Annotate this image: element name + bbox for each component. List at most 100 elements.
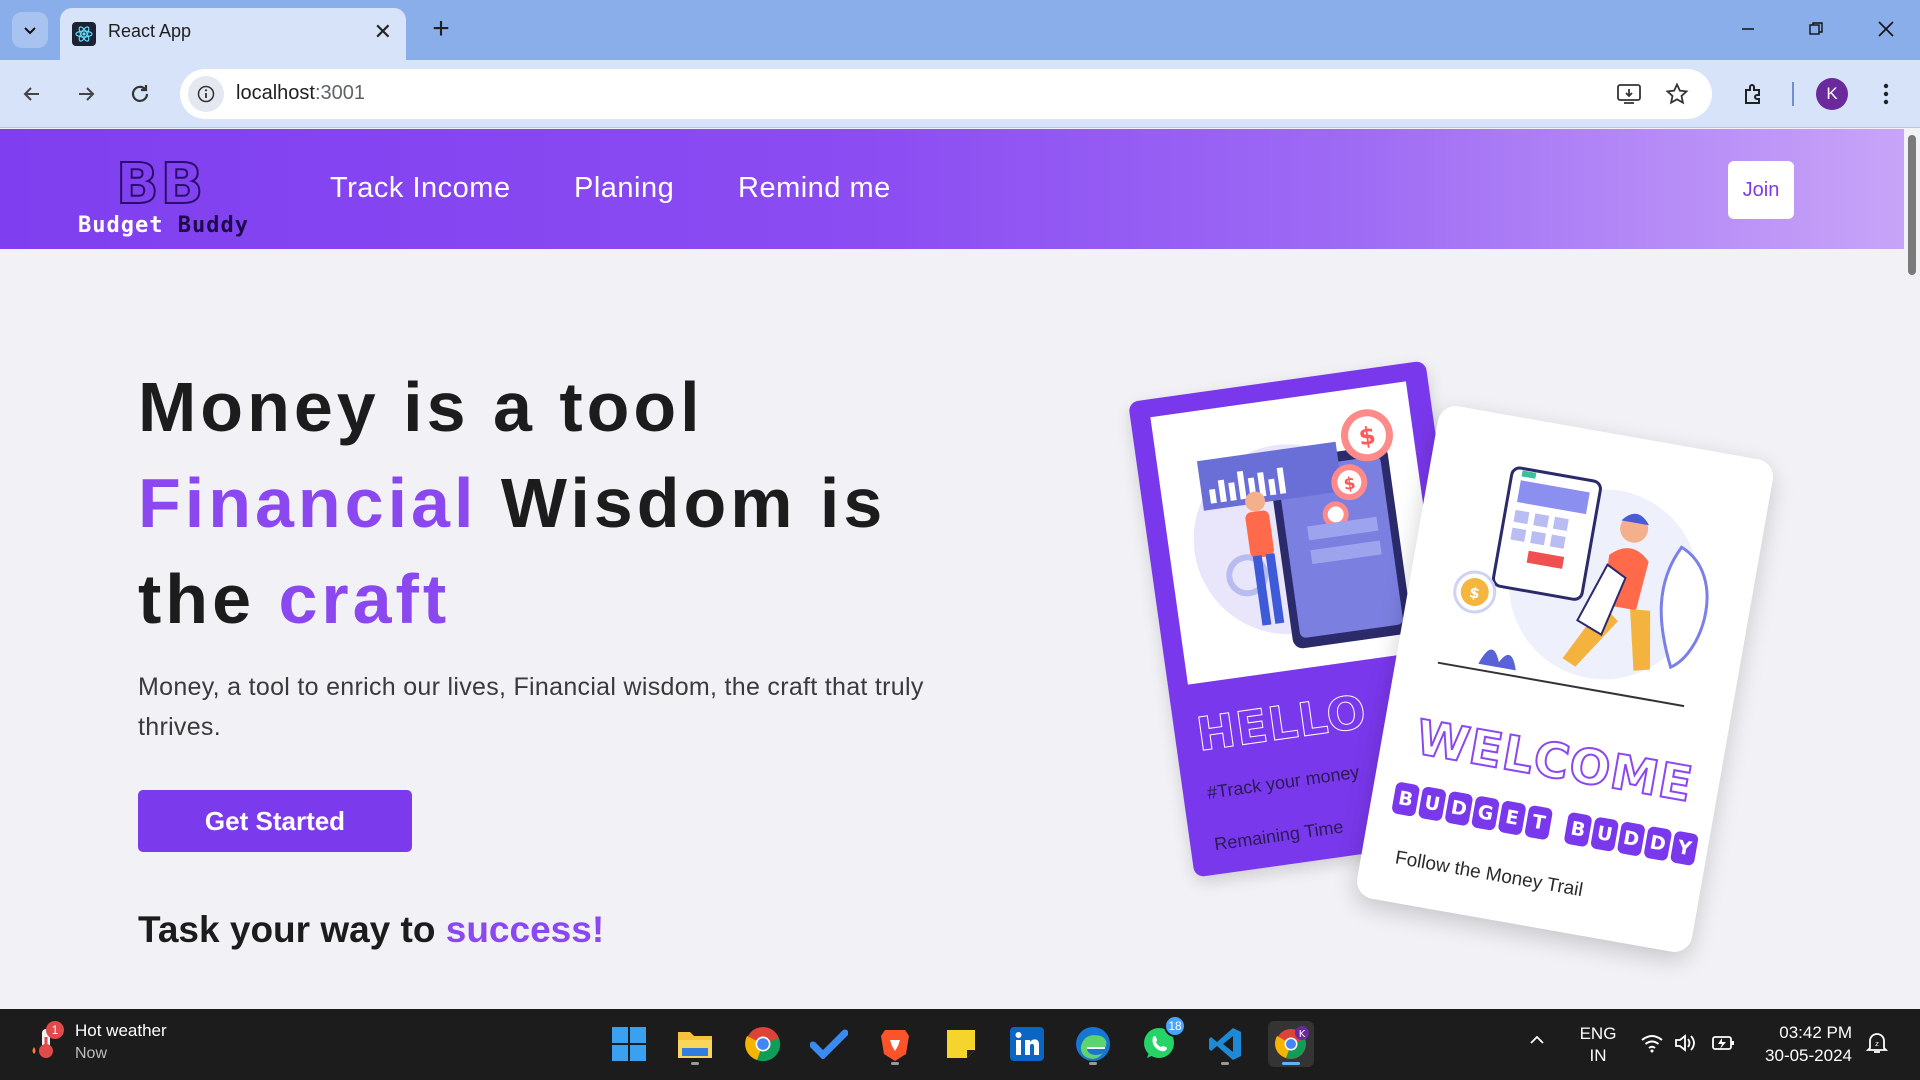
tagline-pre: Task your way to <box>138 909 446 950</box>
language-line-2: IN <box>1589 1046 1607 1065</box>
tagline: Task your way to success! <box>138 909 604 951</box>
welcome-card-caption: Follow the Money Trail <box>1393 847 1585 902</box>
letter-chip: D <box>1444 790 1474 827</box>
welcome-card-illustration: $ <box>1437 466 1709 708</box>
forward-icon[interactable] <box>68 76 104 112</box>
language-line-1: ENG <box>1579 1024 1617 1043</box>
nav-planing[interactable]: Planing <box>574 172 674 205</box>
site-navbar: BB Budget Buddy Track Income Planing Rem… <box>0 129 1920 249</box>
profile-avatar[interactable]: K <box>1816 78 1848 110</box>
folder-icon <box>678 1032 712 1058</box>
letter-chip: G <box>1470 795 1501 832</box>
extensions-icon[interactable] <box>1736 76 1772 112</box>
hero-line-1: Money is a tool <box>138 368 704 446</box>
taskbar-brave[interactable] <box>872 1021 918 1067</box>
restore-icon[interactable] <box>1796 12 1836 46</box>
back-icon[interactable] <box>14 76 50 112</box>
logo-word-buddy: Buddy <box>177 213 249 238</box>
taskbar-todo[interactable] <box>806 1021 852 1067</box>
get-started-button[interactable]: Get Started <box>138 790 412 852</box>
hello-card-line-1: #Track your money <box>1205 761 1361 803</box>
react-icon <box>72 22 96 46</box>
letter-chip: E <box>1497 800 1527 836</box>
reload-icon[interactable] <box>122 76 158 112</box>
nav-track-income[interactable]: Track Income <box>330 172 511 205</box>
url-port: :3001 <box>314 82 365 104</box>
logo-word-budget: Budget <box>78 213 164 238</box>
windows-logo-icon <box>612 1027 646 1061</box>
close-window-icon[interactable] <box>1866 12 1906 46</box>
running-indicator <box>691 1062 699 1065</box>
volume-icon[interactable] <box>1674 1033 1698 1058</box>
svg-text:z: z <box>1875 1040 1879 1048</box>
battery-icon[interactable] <box>1710 1033 1736 1058</box>
weather-title: Hot weather <box>75 1021 167 1040</box>
tab-close-icon[interactable]: ✕ <box>374 19 392 45</box>
clock-time: 03:42 PM <box>1779 1023 1852 1042</box>
hello-card-line-2: Remaining Time <box>1213 816 1345 855</box>
letter-chip: U <box>1417 786 1447 822</box>
letter-chip: Y <box>1669 830 1700 867</box>
hero-accent-craft: craft <box>278 560 451 638</box>
language-indicator[interactable]: ENG IN <box>1578 1023 1618 1067</box>
wifi-icon[interactable] <box>1640 1033 1664 1058</box>
nav-remind-me[interactable]: Remind me <box>738 172 891 205</box>
windows-start-button[interactable] <box>606 1021 652 1067</box>
running-indicator <box>891 1062 899 1065</box>
hero-line-2-rest: Wisdom is <box>477 464 887 542</box>
running-indicator <box>1089 1062 1097 1065</box>
browser-toolbar: localhost:3001 K <box>0 60 1920 128</box>
windows-taskbar: 1 Hot weather Now 18 K ENG IN 03:42 PM 3… <box>0 1009 1920 1080</box>
chrome-icon <box>745 1027 781 1062</box>
taskbar-edge[interactable] <box>1070 1021 1116 1067</box>
new-tab-button[interactable]: + <box>424 12 458 46</box>
minimize-icon[interactable] <box>1728 12 1768 46</box>
taskbar-whatsapp[interactable]: 18 <box>1136 1015 1186 1067</box>
browser-tab[interactable]: React App ✕ <box>60 8 406 60</box>
hero-line-3-pre: the <box>138 560 279 638</box>
letter-chip: T <box>1524 804 1554 841</box>
browser-tab-strip: React App ✕ + <box>0 0 1920 60</box>
clock[interactable]: 03:42 PM 30-05-2024 <box>1758 1021 1852 1067</box>
letter-chip: D <box>1616 821 1646 857</box>
running-indicator <box>1221 1062 1229 1065</box>
letter-chip: D <box>1643 825 1673 862</box>
active-indicator <box>1282 1062 1300 1065</box>
logo-mark-text: BB <box>115 152 206 217</box>
checkmark-icon <box>810 1029 848 1059</box>
bookmark-star-icon[interactable] <box>1662 79 1692 109</box>
taskbar-vscode[interactable] <box>1202 1021 1248 1067</box>
tab-title: React App <box>108 21 192 41</box>
url-text[interactable]: localhost:3001 <box>236 82 365 105</box>
clock-date: 30-05-2024 <box>1765 1046 1852 1065</box>
site-info-icon[interactable] <box>188 76 224 112</box>
url-host: localhost <box>236 82 315 104</box>
edge-icon <box>1076 1027 1110 1061</box>
tab-search-button[interactable] <box>12 12 48 48</box>
taskbar-chrome[interactable] <box>740 1021 786 1067</box>
hello-title: HELLO <box>1193 684 1371 762</box>
chevron-down-icon <box>24 27 36 35</box>
brave-lion-icon <box>881 1030 909 1061</box>
hero-line-3: the craft <box>138 564 450 634</box>
address-bar[interactable]: localhost:3001 <box>180 69 1712 119</box>
logo-mark: BB <box>115 156 205 214</box>
show-hidden-icons[interactable] <box>1528 1031 1546 1054</box>
install-app-icon[interactable] <box>1614 79 1644 109</box>
taskbar-linkedin[interactable] <box>1004 1021 1050 1067</box>
linkedin-icon <box>1010 1027 1044 1061</box>
toolbar-divider <box>1792 82 1794 106</box>
taskbar-sticky-notes[interactable] <box>938 1021 984 1067</box>
hero-subtitle: Money, a tool to enrich our lives, Finan… <box>138 673 924 741</box>
taskbar-chrome-profile[interactable]: K <box>1268 1021 1314 1067</box>
tagline-accent: success! <box>445 909 605 950</box>
join-button[interactable]: Join <box>1728 161 1794 219</box>
chrome-profile-icon: K <box>1274 1026 1309 1059</box>
sticky-note-icon <box>947 1030 975 1058</box>
taskbar-file-explorer[interactable] <box>672 1021 718 1067</box>
browser-menu-icon[interactable] <box>1868 76 1904 112</box>
web-page: BB Budget Buddy Track Income Planing Rem… <box>0 129 1920 1009</box>
notifications-icon[interactable]: z <box>1865 1031 1889 1060</box>
scrollbar-thumb[interactable] <box>1908 135 1916 275</box>
letter-chip: U <box>1590 816 1620 853</box>
